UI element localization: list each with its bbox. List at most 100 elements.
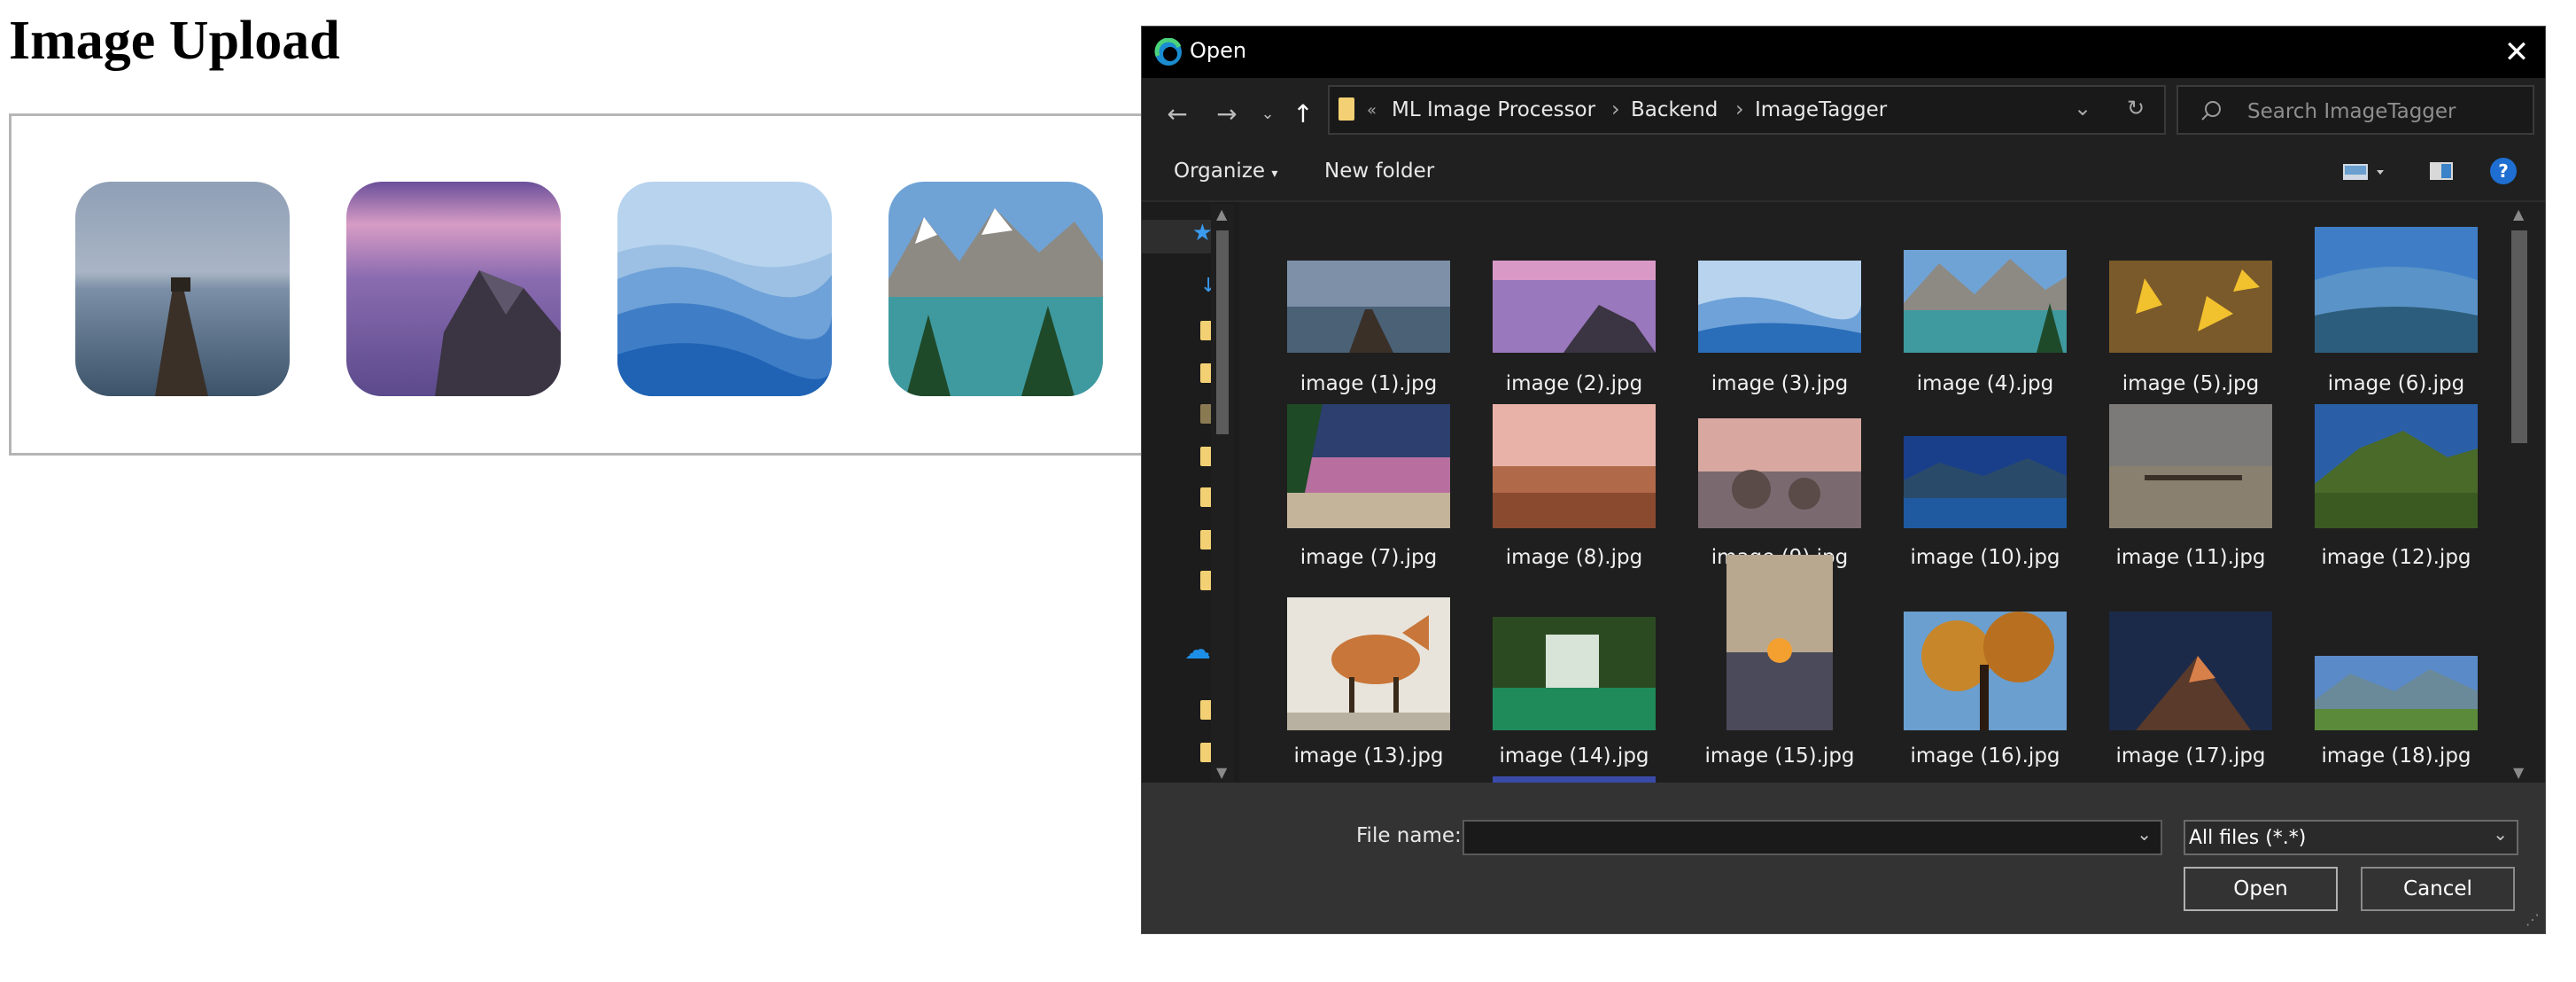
uploaded-thumb-blue-mountains	[617, 182, 832, 396]
address-dropdown-chevron-icon[interactable]: ⌄	[2074, 96, 2091, 121]
file-thumbnail	[1904, 612, 2067, 730]
address-bar[interactable]: « ML Image Processor › Backend › ImageTa…	[1328, 85, 2166, 135]
file-list-scrollbar-thumb[interactable]	[2511, 230, 2527, 443]
file-thumbnail	[1904, 250, 2067, 353]
file-name-dropdown-chevron-icon[interactable]: ⌄	[2137, 823, 2152, 845]
breadcrumb-separator-icon: ›	[1735, 97, 1744, 121]
file-name: image (1).jpg	[1300, 372, 1438, 395]
file-name: image (5).jpg	[2122, 372, 2260, 395]
file-name: image (16).jpg	[1910, 744, 2060, 768]
open-button[interactable]: Open	[2184, 867, 2338, 911]
breadcrumb-item[interactable]: ML Image Processor	[1392, 98, 1595, 121]
onedrive-cloud-icon[interactable]: ☁	[1184, 635, 1211, 666]
navigation-scrollbar-thumb[interactable]	[1216, 230, 1229, 434]
upload-drop-zone[interactable]	[9, 113, 1160, 456]
file-item[interactable]: image (14).jpg	[1471, 571, 1677, 768]
dialog-titlebar[interactable]: Open ✕	[1142, 27, 2545, 78]
scroll-up-arrow-icon[interactable]: ▲	[1216, 206, 1227, 222]
open-file-dialog[interactable]: Open ✕ ← → ⌄ ↑ « ML Image Processor › Ba…	[1141, 26, 2546, 934]
file-thumbnail	[2109, 612, 2272, 730]
file-thumbnail	[2109, 404, 2272, 528]
recent-locations-chevron-icon[interactable]: ⌄	[1248, 94, 1287, 133]
file-name: image (17).jpg	[2115, 744, 2266, 768]
file-item[interactable]: image (5).jpg	[2088, 220, 2293, 415]
file-item[interactable]: image (16).jpg	[1882, 571, 2088, 768]
refresh-icon[interactable]: ↻	[2127, 96, 2145, 121]
help-icon[interactable]: ?	[2490, 158, 2517, 184]
breadcrumb-item[interactable]: ImageTagger	[1755, 98, 1887, 121]
page-title: Image Upload	[9, 11, 340, 71]
resize-grip-icon[interactable]: ⋰	[2526, 911, 2540, 928]
file-thumbnail	[2109, 261, 2272, 353]
file-item[interactable]: image (18).jpg	[2293, 571, 2499, 768]
file-name-label: File name:	[1356, 824, 1462, 847]
file-thumbnail	[2315, 404, 2478, 528]
edge-browser-icon	[1154, 37, 1183, 66]
folder-icon	[1338, 97, 1354, 121]
search-input[interactable]	[2246, 96, 2524, 128]
file-name: image (10).jpg	[1910, 546, 2060, 569]
file-name: image (4).jpg	[1916, 372, 2054, 395]
preview-pane-icon[interactable]	[2428, 160, 2455, 186]
file-name-field[interactable]: ⌄	[1463, 820, 2162, 855]
file-item[interactable]: image (17).jpg	[2088, 571, 2293, 768]
scroll-down-arrow-icon[interactable]: ▼	[1216, 764, 1227, 781]
file-thumbnail	[1726, 555, 1833, 730]
breadcrumb-overflow[interactable]: «	[1367, 101, 1377, 120]
file-thumbnail	[1287, 404, 1450, 528]
file-thumbnail	[1493, 261, 1656, 353]
file-item[interactable]: image (11).jpg	[2088, 395, 2293, 590]
file-item[interactable]: image (3).jpg	[1677, 220, 1882, 415]
file-name: image (15).jpg	[1704, 744, 1855, 768]
uploaded-thumb-lake	[888, 182, 1103, 396]
file-name: image (2).jpg	[1505, 372, 1643, 395]
file-thumbnail	[1493, 617, 1656, 730]
file-type-selected: All files (*.*)	[2189, 827, 2307, 849]
breadcrumb-separator-icon: ›	[1611, 97, 1620, 121]
file-item[interactable]: image (1).jpg	[1266, 220, 1471, 415]
search-icon	[2200, 99, 2223, 126]
organize-button[interactable]: Organize ▾	[1174, 160, 1277, 183]
up-arrow-icon[interactable]: ↑	[1284, 94, 1323, 133]
back-arrow-icon[interactable]: ←	[1158, 94, 1197, 133]
file-name: image (18).jpg	[2321, 744, 2471, 768]
file-name: image (8).jpg	[1505, 546, 1643, 569]
file-thumbnail	[1698, 418, 1861, 528]
file-thumbnail	[2315, 227, 2478, 353]
scroll-up-arrow-icon[interactable]: ▲	[2513, 206, 2524, 222]
forward-arrow-icon[interactable]: →	[1207, 94, 1246, 133]
file-thumbnail	[2315, 656, 2478, 730]
file-item[interactable]: image (15).jpg	[1677, 555, 1882, 768]
close-icon[interactable]: ✕	[2488, 27, 2545, 78]
file-name: image (6).jpg	[2327, 372, 2465, 395]
file-item[interactable]: image (13).jpg	[1266, 571, 1471, 768]
file-thumbnail	[1493, 404, 1656, 528]
search-box[interactable]	[2176, 85, 2534, 135]
file-item[interactable]: image (4).jpg	[1882, 220, 2088, 415]
file-name: image (14).jpg	[1499, 744, 1649, 768]
file-item[interactable]: image (2).jpg	[1471, 220, 1677, 415]
view-options-icon[interactable]	[2341, 160, 2387, 186]
file-type-select[interactable]: All files (*.*) ⌄	[2184, 820, 2518, 855]
file-name: image (12).jpg	[2321, 546, 2471, 569]
uploaded-thumb-purple-rock	[346, 182, 561, 396]
file-item[interactable]: image (12).jpg	[2293, 395, 2499, 590]
file-name: image (13).jpg	[1293, 744, 1444, 768]
file-item[interactable]: image (10).jpg	[1882, 395, 2088, 590]
cancel-button[interactable]: Cancel	[2361, 867, 2515, 911]
file-thumbnail	[1904, 436, 2067, 528]
scroll-down-arrow-icon[interactable]: ▼	[2513, 764, 2524, 781]
file-thumbnail	[1287, 261, 1450, 353]
file-thumbnail	[1287, 597, 1450, 730]
breadcrumb-item[interactable]: Backend	[1631, 98, 1718, 121]
file-item[interactable]: image (8).jpg	[1471, 395, 1677, 590]
new-folder-button[interactable]: New folder	[1324, 160, 1434, 183]
dialog-title: Open	[1190, 38, 1247, 63]
file-type-chevron-icon[interactable]: ⌄	[2493, 823, 2508, 845]
dialog-footer	[1142, 783, 2545, 933]
file-item[interactable]: image (6).jpg	[2293, 220, 2499, 415]
file-name: image (3).jpg	[1711, 372, 1849, 395]
file-item[interactable]: image (7).jpg	[1266, 395, 1471, 590]
uploaded-thumb-pier	[75, 182, 290, 396]
file-list-pane[interactable]: image (1).jpg image (2).jpg image (3).jp…	[1239, 202, 2545, 783]
